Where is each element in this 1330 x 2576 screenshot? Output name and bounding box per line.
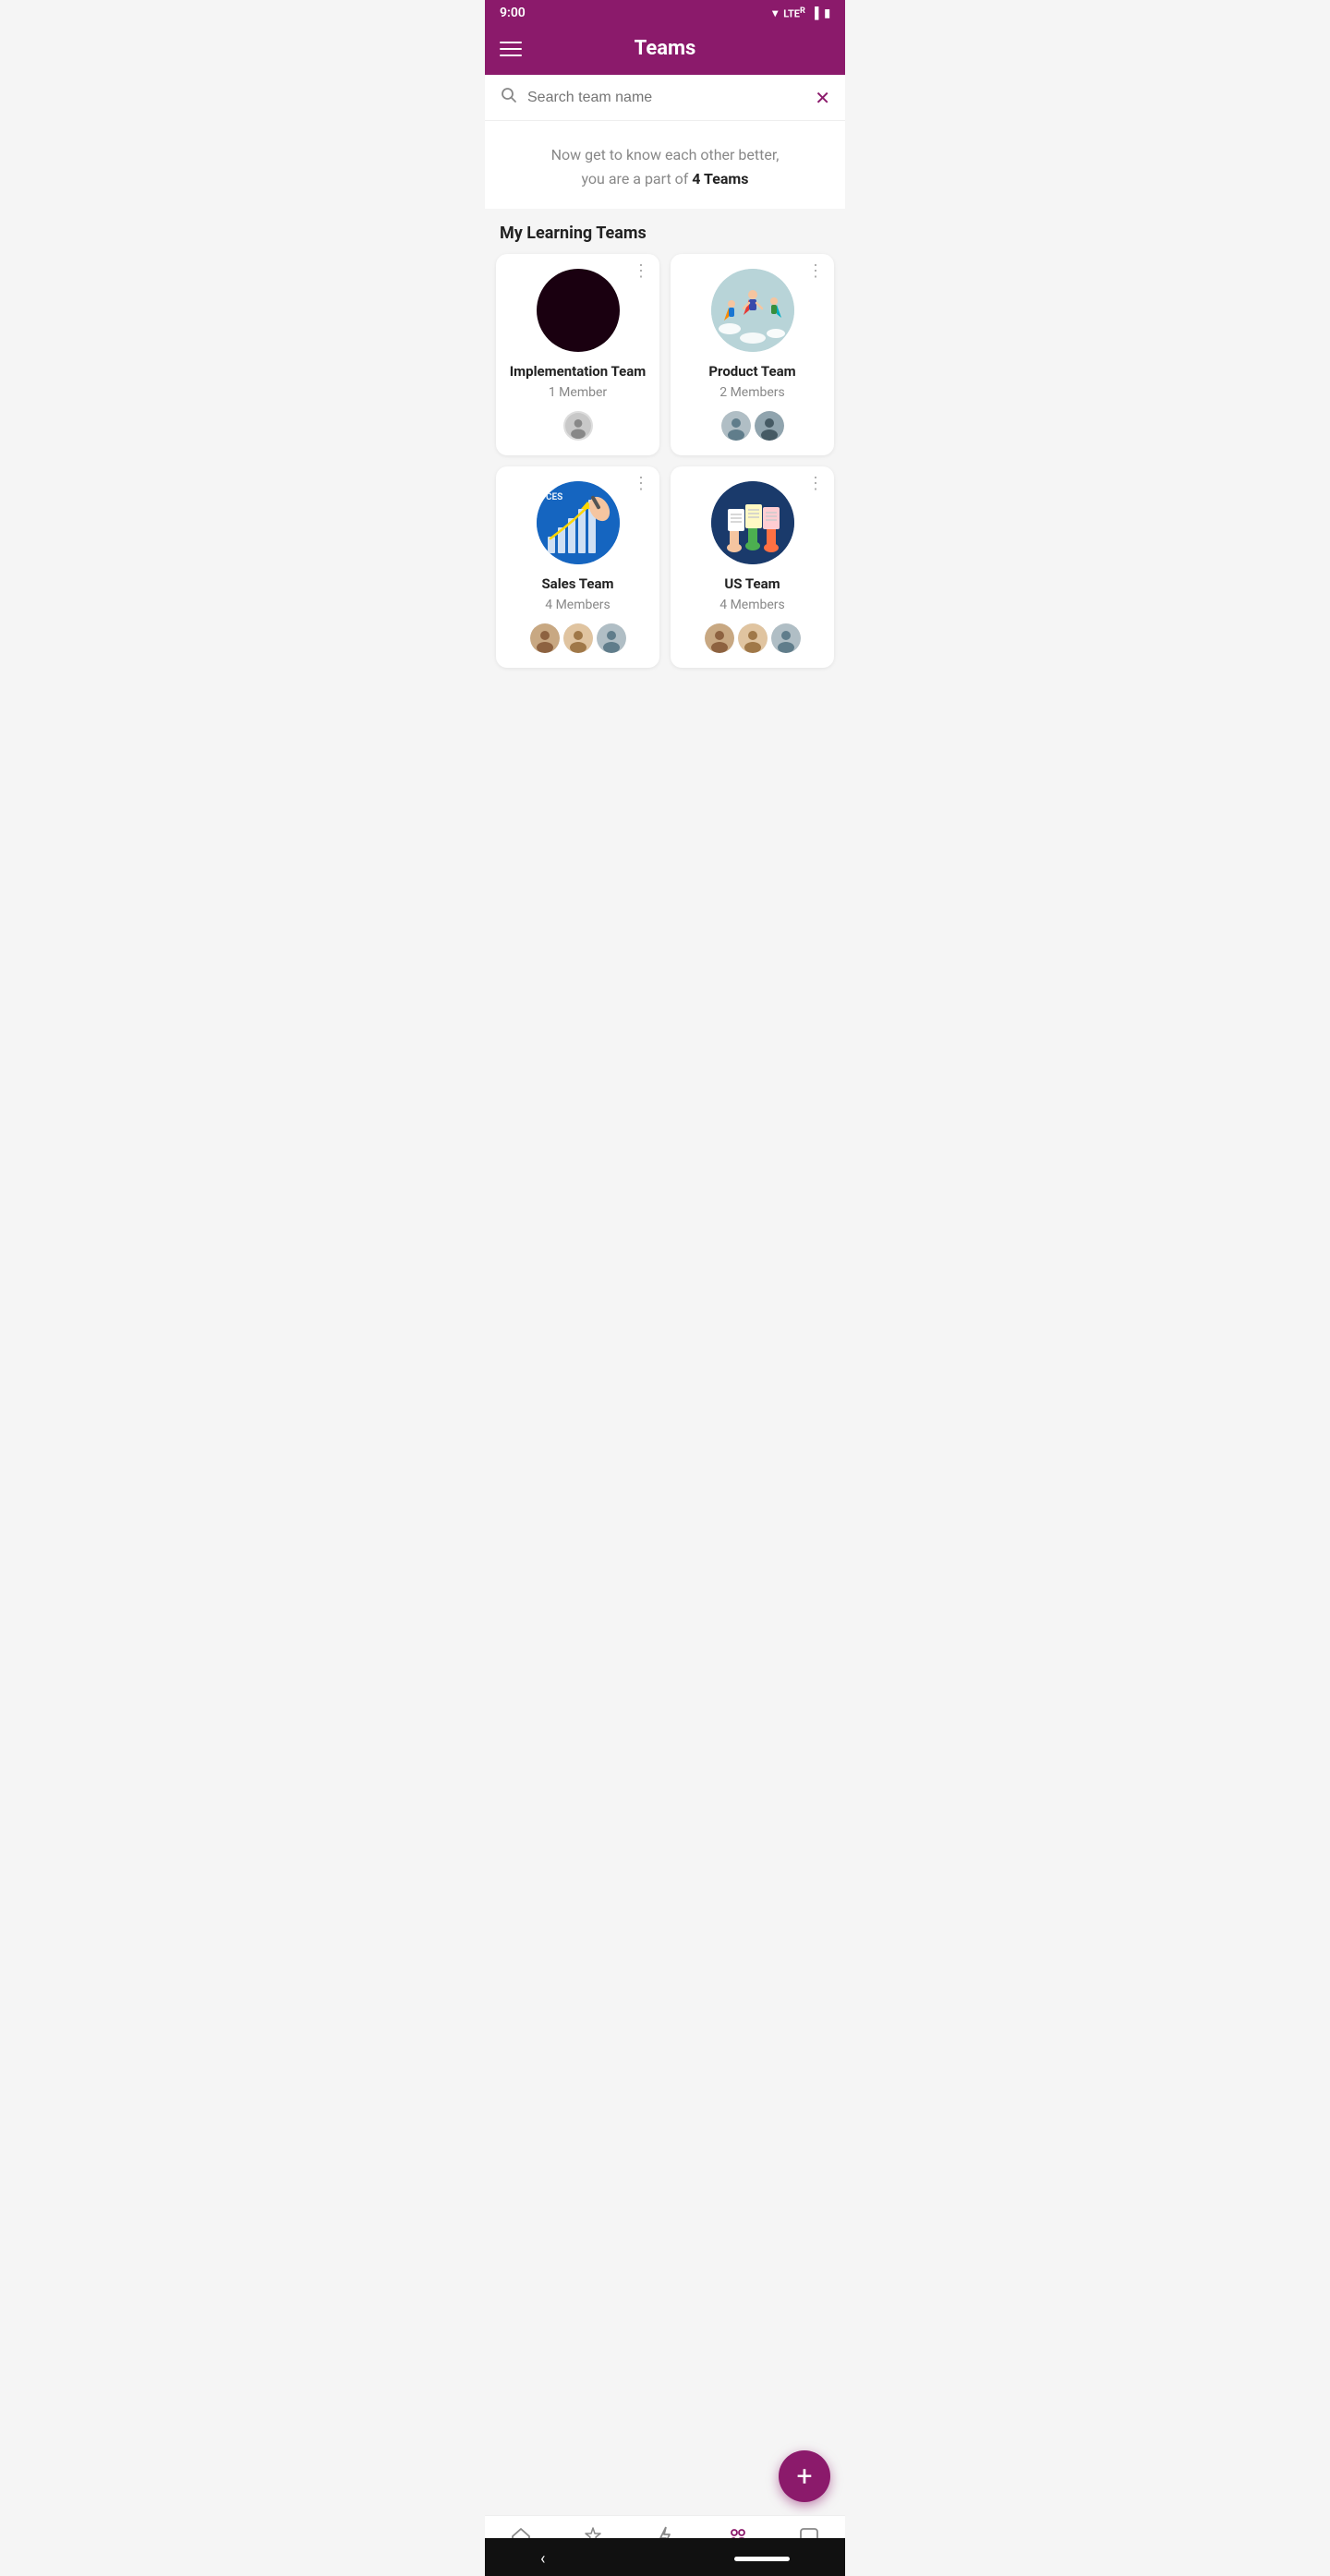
member-avatar [721,411,751,441]
team-card-sales[interactable]: ⋮ CES [496,466,659,668]
team-avatar-sales: CES [537,481,620,564]
team-count-us: 4 Members [719,598,785,612]
back-button[interactable]: ‹ [540,2549,545,2569]
info-line1: Now get to know each other better, [551,146,780,163]
svg-text:CES: CES [546,492,562,502]
team-menu-sales[interactable]: ⋮ [633,476,650,492]
team-menu-us[interactable]: ⋮ [807,476,825,492]
member-avatar [738,623,768,653]
teams-grid: ⋮ Implementation Team 1 Member ⋮ [485,254,845,679]
clear-icon[interactable]: ✕ [815,87,830,109]
info-line2: you are a part of [581,170,688,187]
team-menu-product[interactable]: ⋮ [807,263,825,280]
battery-icon: ▮ [824,6,830,19]
add-team-fab[interactable]: + [779,2450,830,2502]
member-avatars-us [705,623,801,653]
member-avatar [563,623,593,653]
header: Teams [485,26,845,75]
team-name-implementation: Implementation Team [510,363,647,380]
search-bar: ✕ [485,75,845,121]
status-bar: 9:00 ▾ LTER ▐ ▮ [485,0,845,26]
time: 9:00 [500,6,526,20]
gesture-bar: ‹ [485,2538,845,2576]
signal-icon: ▐ [811,6,819,19]
menu-button[interactable] [500,42,522,56]
search-input[interactable] [527,90,805,106]
team-card-product[interactable]: ⋮ [671,254,834,455]
team-count-sales: 4 Members [545,598,611,612]
teams-count: 4 Teams [692,170,748,187]
lte-label: LTER [783,6,805,20]
team-count-implementation: 1 Member [549,385,607,400]
team-count-product: 2 Members [719,385,785,400]
member-avatar [705,623,734,653]
member-avatar [530,623,560,653]
member-avatars-sales [530,623,626,653]
member-avatars-implementation [563,411,593,441]
member-avatar [755,411,784,441]
member-avatar [771,623,801,653]
info-section: Now get to know each other better, you a… [485,121,845,209]
team-card-implementation[interactable]: ⋮ Implementation Team 1 Member [496,254,659,455]
team-name-sales: Sales Team [541,575,613,592]
team-avatar-product [711,269,794,352]
team-card-us[interactable]: ⋮ [671,466,834,668]
member-avatars-product [721,411,784,441]
team-name-us: US Team [724,575,780,592]
team-name-product: Product Team [708,363,795,380]
status-icons: ▾ LTER ▐ ▮ [772,6,830,20]
team-avatar-us [711,481,794,564]
search-icon [500,86,518,109]
section-title: My Learning Teams [485,209,845,254]
team-avatar-implementation [537,269,620,352]
member-avatar [597,623,626,653]
member-avatar [563,411,593,441]
home-indicator[interactable] [734,2557,790,2561]
team-menu-implementation[interactable]: ⋮ [633,263,650,280]
page-title: Teams [635,37,696,60]
wifi-icon: ▾ [772,6,778,19]
